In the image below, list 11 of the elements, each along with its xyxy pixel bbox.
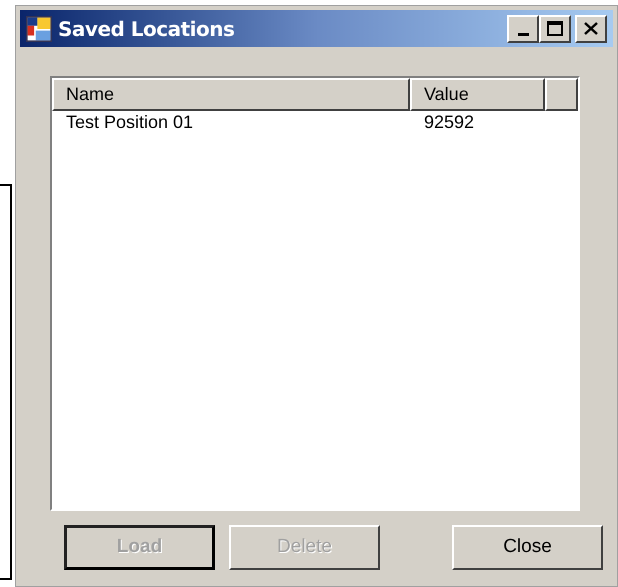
column-header[interactable]: Value bbox=[410, 78, 545, 111]
minimize-button[interactable] bbox=[507, 14, 539, 42]
value-cell-text: 92592 bbox=[423, 113, 476, 131]
close-button[interactable] bbox=[575, 14, 607, 42]
window-title: Saved Locations bbox=[58, 16, 234, 42]
maximize-button[interactable] bbox=[539, 14, 571, 42]
app-icon bbox=[26, 16, 52, 42]
dialog-button[interactable]: Close bbox=[452, 525, 603, 570]
name-cell-text: Test Position 01 bbox=[65, 113, 194, 131]
column-header[interactable]: Name bbox=[52, 78, 410, 111]
close-icon bbox=[584, 22, 598, 35]
